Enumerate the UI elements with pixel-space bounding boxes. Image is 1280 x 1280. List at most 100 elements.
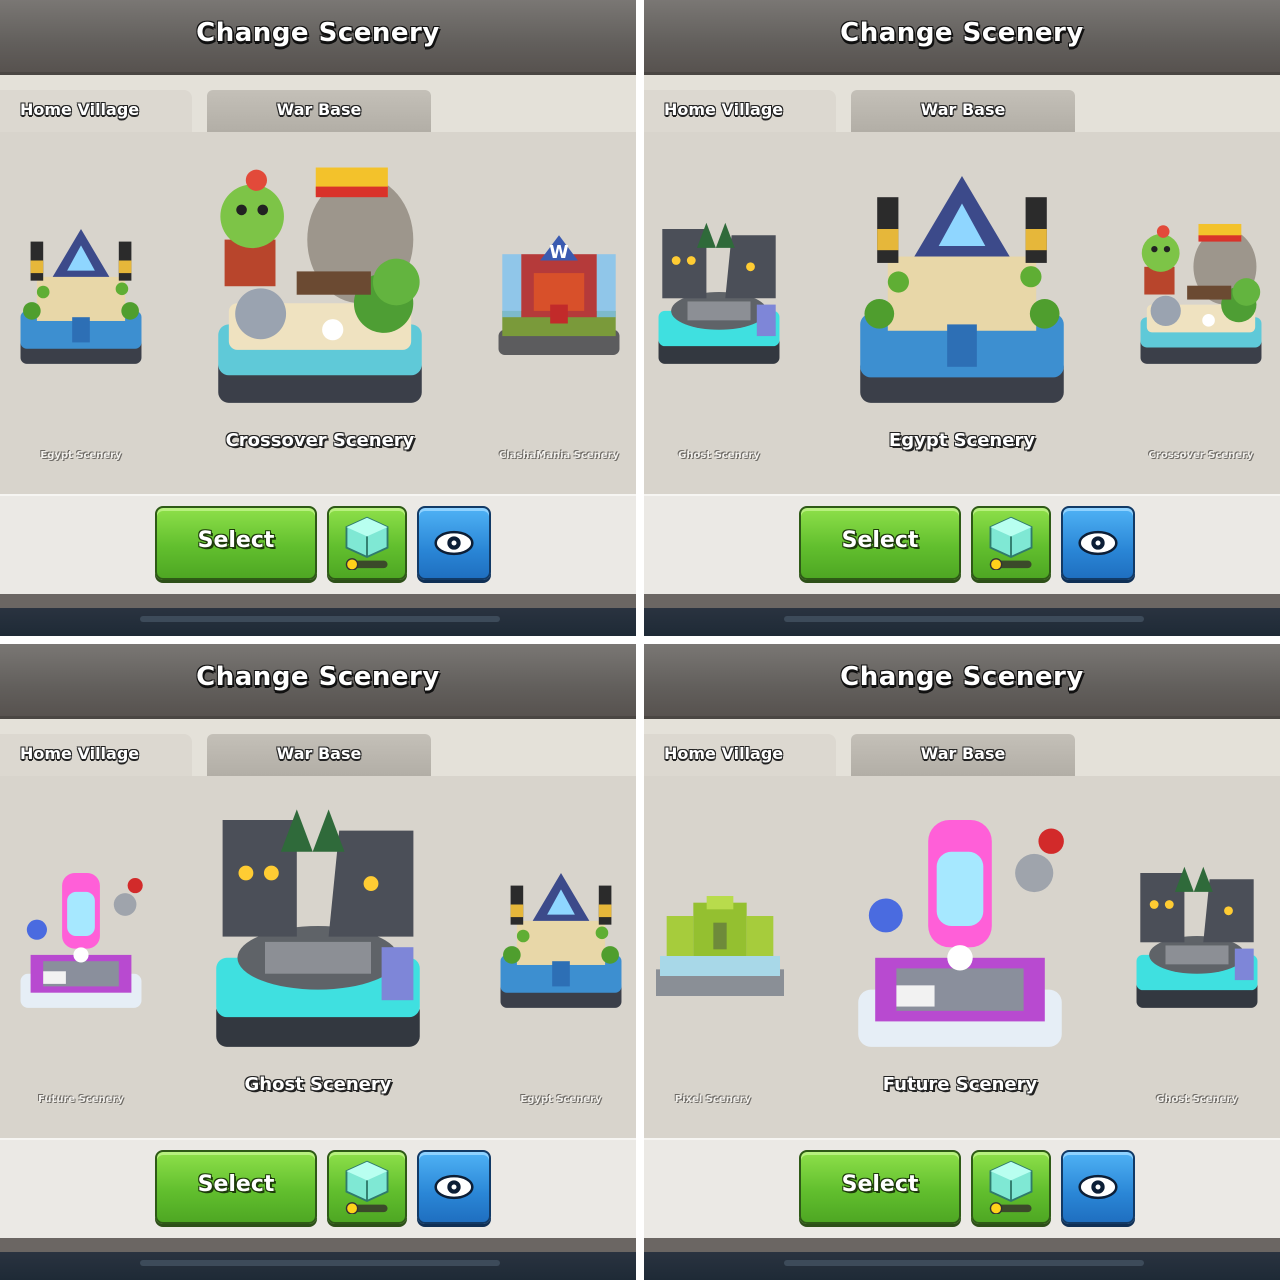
select-label: Select <box>197 1172 275 1197</box>
tab-label: Home Village <box>20 744 140 763</box>
scenery-thumb-left[interactable]: Future Scenery <box>18 856 144 1105</box>
shop-button[interactable] <box>971 1150 1051 1224</box>
tab-home-village[interactable]: Home Village <box>0 734 192 778</box>
scenery-thumb-left[interactable]: Ghost Scenery <box>656 212 782 461</box>
action-bar <box>0 1138 636 1240</box>
scenery-carousel: Pixel Scenery Future Scenery Ghost Scene… <box>644 776 1280 1136</box>
select-label: Select <box>841 528 919 553</box>
footer-background <box>644 1238 1280 1280</box>
tab-label: Home Village <box>664 744 784 763</box>
egypt-scenery-image <box>18 212 144 372</box>
scenery-label: Egypt Scenery <box>40 450 122 461</box>
scenery-selected[interactable]: Crossover Scenery <box>214 152 426 451</box>
scenery-thumb-right[interactable]: Crossover Scenery <box>1138 212 1264 461</box>
select-label: Select <box>197 528 275 553</box>
tab-war-base[interactable]: War Base <box>851 734 1075 776</box>
tab-home-village[interactable]: Home Village <box>644 90 836 134</box>
footer-strip <box>140 616 500 622</box>
tab-home-village[interactable]: Home Village <box>0 90 192 134</box>
scenery-title: Ghost Scenery <box>244 1074 392 1095</box>
eye-icon <box>429 518 479 568</box>
scenery-panel: Change Scenery Home Village War Base Pix… <box>644 644 1280 1280</box>
scenery-title: Crossover Scenery <box>225 430 415 451</box>
gem-box-icon <box>339 1158 395 1214</box>
scenery-label: ClashaMania Scenery <box>498 450 620 461</box>
scenery-label: Crossover Scenery <box>1148 450 1254 461</box>
scenery-label: Ghost Scenery <box>1156 1094 1238 1105</box>
window-title: Change Scenery <box>840 18 1084 48</box>
footer-background <box>0 594 636 636</box>
scenery-label: Egypt Scenery <box>520 1094 602 1105</box>
scenery-panel: Change Scenery Home Village War Base Gho… <box>644 0 1280 636</box>
footer-strip <box>784 1260 1144 1266</box>
tab-label: War Base <box>276 744 362 763</box>
window-title: Change Scenery <box>840 662 1084 692</box>
crossover-scenery-image <box>214 152 426 412</box>
scenery-title: Egypt Scenery <box>888 430 1036 451</box>
footer-background <box>0 1238 636 1280</box>
select-button[interactable]: Select <box>155 506 317 580</box>
tab-label: War Base <box>920 100 1006 119</box>
scenery-label: Future Scenery <box>38 1094 124 1105</box>
scenery-selected[interactable]: Ghost Scenery <box>212 796 424 1095</box>
select-button[interactable]: Select <box>799 1150 961 1224</box>
egypt-scenery-image <box>856 152 1068 412</box>
title-bar: Change Scenery <box>0 644 636 719</box>
scenery-panel: Change Scenery Home Village War Base Egy… <box>0 0 636 636</box>
scenery-thumb-left[interactable]: Pixel Scenery <box>650 856 776 1105</box>
title-bar: Change Scenery <box>644 0 1280 75</box>
scenery-title: Future Scenery <box>882 1074 1038 1095</box>
preview-button[interactable] <box>417 1150 491 1224</box>
preview-button[interactable] <box>417 506 491 580</box>
scenery-selected[interactable]: Egypt Scenery <box>856 152 1068 451</box>
tab-war-base[interactable]: War Base <box>207 90 431 132</box>
scenery-thumb-right[interactable]: ClashaMania Scenery <box>496 212 622 461</box>
future-scenery-image <box>854 796 1066 1056</box>
scenery-carousel: Egypt Scenery Crossover Scenery ClashaMa… <box>0 132 636 492</box>
future-scenery-image <box>18 856 144 1016</box>
pixel-scenery-image <box>650 856 790 1016</box>
footer-background <box>644 594 1280 636</box>
shop-button[interactable] <box>327 506 407 580</box>
scenery-carousel: Ghost Scenery Egypt Scenery Crossover Sc… <box>644 132 1280 492</box>
scenery-thumb-right[interactable]: Ghost Scenery <box>1134 856 1260 1105</box>
select-button[interactable]: Select <box>799 506 961 580</box>
window-title: Change Scenery <box>196 662 440 692</box>
preview-button[interactable] <box>1061 1150 1135 1224</box>
preview-button[interactable] <box>1061 506 1135 580</box>
scenery-selected[interactable]: Future Scenery <box>854 796 1066 1095</box>
title-bar: Change Scenery <box>0 0 636 75</box>
scenery-carousel: Future Scenery Ghost Scenery Egypt Scene… <box>0 776 636 1136</box>
tab-home-village[interactable]: Home Village <box>644 734 836 778</box>
ghost-scenery-image <box>1134 856 1260 1016</box>
scenery-label: Pixel Scenery <box>674 1094 752 1105</box>
gem-box-icon <box>339 514 395 570</box>
scenery-label: Ghost Scenery <box>678 450 760 461</box>
tab-label: Home Village <box>20 100 140 119</box>
scenery-thumb-left[interactable]: Egypt Scenery <box>18 212 144 461</box>
shop-button[interactable] <box>971 506 1051 580</box>
action-bar <box>0 494 636 596</box>
egypt-scenery-image <box>498 856 624 1016</box>
ghost-scenery-image <box>656 212 782 372</box>
select-label: Select <box>841 1172 919 1197</box>
scenery-thumb-right[interactable]: Egypt Scenery <box>498 856 624 1105</box>
select-button[interactable]: Select <box>155 1150 317 1224</box>
tab-war-base[interactable]: War Base <box>207 734 431 776</box>
tab-label: War Base <box>276 100 362 119</box>
title-bar: Change Scenery <box>644 644 1280 719</box>
crossover-scenery-image <box>1138 212 1264 372</box>
action-bar <box>644 494 1280 596</box>
scenery-panel: Change Scenery Home Village War Base Fut… <box>0 644 636 1280</box>
footer-strip <box>784 616 1144 622</box>
eye-icon <box>1073 518 1123 568</box>
shop-button[interactable] <box>327 1150 407 1224</box>
gem-box-icon <box>983 514 1039 570</box>
eye-icon <box>1073 1162 1123 1212</box>
eye-icon <box>429 1162 479 1212</box>
tab-label: Home Village <box>664 100 784 119</box>
gem-box-icon <box>983 1158 1039 1214</box>
tab-war-base[interactable]: War Base <box>851 90 1075 132</box>
footer-strip <box>140 1260 500 1266</box>
ghost-scenery-image <box>212 796 424 1056</box>
